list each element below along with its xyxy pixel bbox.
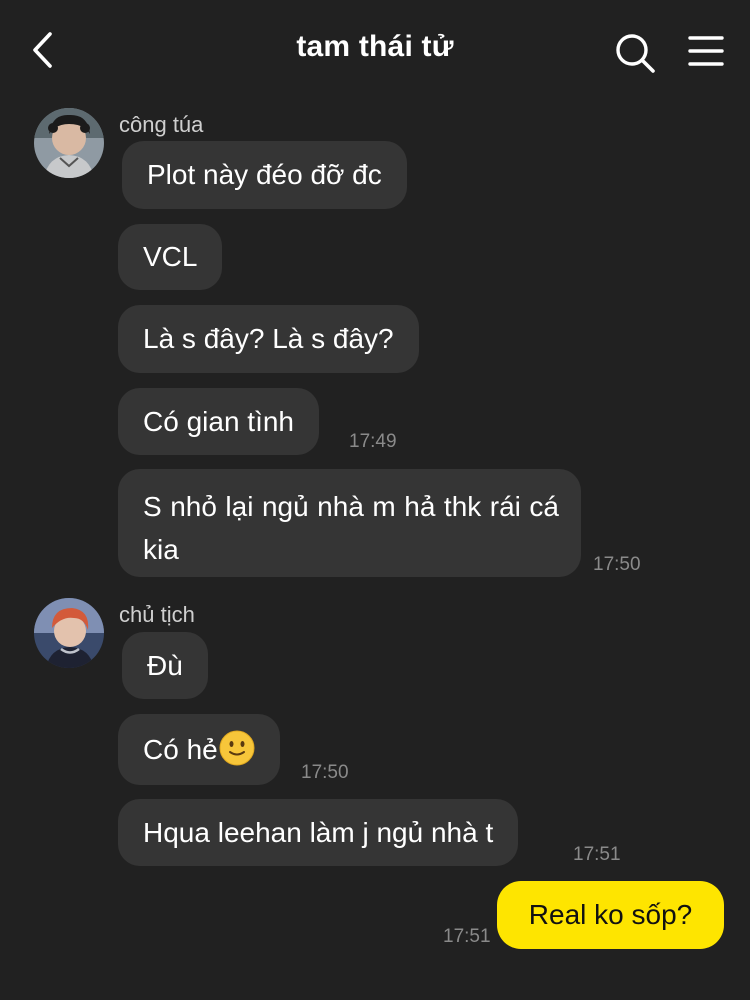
message-bubble[interactable]: Là s đây? Là s đây?: [118, 305, 419, 373]
message-text: Là s đây? Là s đây?: [143, 323, 394, 354]
avatar[interactable]: [34, 108, 104, 178]
message-timestamp: 17:49: [349, 431, 397, 452]
search-icon: [616, 34, 655, 73]
slightly-smiling-face-emoji: [219, 730, 255, 765]
message-text: VCL: [143, 241, 198, 272]
message-text: S nhỏ lại ngủ nhà m hả thk rái cá kia: [143, 491, 559, 565]
message-bubble[interactable]: Đù: [122, 632, 208, 699]
message-bubble[interactable]: Có gian tình: [118, 388, 319, 455]
message-text: Real ko sốp?: [528, 899, 693, 930]
chat-header: tam thái tử: [0, 0, 750, 100]
message-timestamp: 17:50: [301, 762, 349, 783]
message-bubble[interactable]: Plot này đéo đỡ đc: [122, 141, 407, 209]
my-message-bubble[interactable]: Real ko sốp?: [497, 881, 724, 949]
message-timestamp: 17:50: [593, 554, 641, 575]
message-timestamp: 17:51: [443, 926, 491, 947]
sender-name: chủ tịch: [119, 602, 195, 627]
message-text: Hqua leehan làm j ngủ nhà t: [143, 816, 494, 848]
message-text: Plot này đéo đỡ đc: [147, 159, 382, 190]
message-timestamp: 17:51: [573, 844, 621, 865]
message-bubble[interactable]: S nhỏ lại ngủ nhà m hả thk rái cá kia: [118, 469, 581, 577]
message-text: Đù: [147, 649, 183, 681]
avatar-photo: [34, 598, 104, 668]
hamburger-menu-icon: [688, 36, 724, 66]
message-bubble[interactable]: VCL: [118, 224, 223, 290]
chat-screen: tam thái tử công túa Plot này đéo đỡ đc …: [0, 0, 750, 1000]
search-button[interactable]: [612, 30, 658, 76]
menu-button[interactable]: [686, 32, 726, 72]
sender-name: công túa: [119, 112, 204, 137]
avatar[interactable]: [34, 598, 104, 668]
message-bubble[interactable]: Có hẻ: [118, 714, 280, 785]
message-text: Có gian tình: [143, 405, 294, 437]
message-text: Có hẻ: [143, 733, 218, 765]
avatar-photo: [34, 108, 104, 178]
message-bubble[interactable]: Hqua leehan làm j ngủ nhà t: [118, 799, 519, 866]
